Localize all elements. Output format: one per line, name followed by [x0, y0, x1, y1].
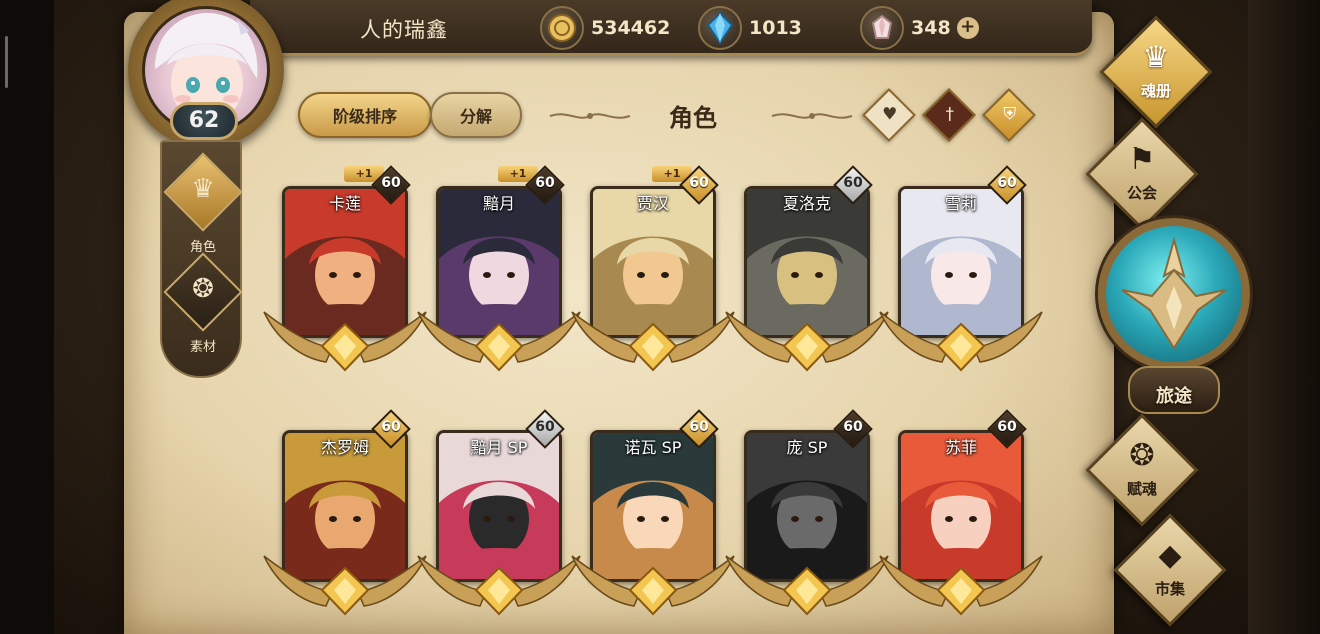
player-name: 人的瑞鑫: [360, 18, 448, 42]
section-title: 角色: [669, 104, 717, 132]
rank-wings-crest: [263, 555, 427, 616]
character-level: 60: [381, 175, 401, 191]
character-level-badge: 60: [525, 165, 565, 205]
crystal-amount: 1013: [749, 17, 802, 39]
title-flourish-right: [771, 113, 853, 119]
character-card[interactable]: 雪莉 60: [879, 165, 1043, 388]
nav-market[interactable]: ◆ 市集: [1110, 510, 1230, 630]
character-level-badge: 60: [987, 409, 1027, 449]
top-header-bar: 人的瑞鑫 534462 1013 348 +: [250, 0, 1092, 56]
nav-soul-infuse-label: 赋魂: [1126, 480, 1157, 498]
heart-icon: ♥: [882, 104, 898, 125]
shield-icon: ⛨: [1003, 104, 1017, 125]
rank-wings-crest: [417, 555, 581, 616]
character-level-badge: 60: [371, 165, 411, 205]
side-tab-material[interactable]: ❂ 素材: [162, 252, 244, 355]
sort-by-rank-button[interactable]: 阶级排序: [298, 92, 432, 138]
rank-wings-crest: [417, 311, 581, 372]
rank-wings-crest: [879, 311, 1043, 372]
character-level-badge: 60: [987, 165, 1027, 205]
character-level-badge: 60: [371, 409, 411, 449]
character-level: 60: [997, 419, 1017, 435]
character-level: 60: [689, 175, 709, 191]
character-card[interactable]: 卡莲 +1 60: [263, 165, 427, 388]
sword-icon: †: [945, 104, 954, 125]
character-card[interactable]: 苏菲 60: [879, 409, 1043, 632]
nav-guild[interactable]: ⚑ 公会: [1082, 114, 1202, 234]
helmet-icon: ♛: [191, 174, 215, 204]
gold-coin-icon: [540, 6, 584, 50]
helmet-icon: ♛: [1142, 40, 1170, 75]
character-card[interactable]: 黯月 SP 60: [417, 409, 581, 632]
crystal-currency: 1013: [698, 6, 802, 50]
nav-journey[interactable]: 旅途: [1096, 218, 1252, 414]
character-level: 60: [535, 175, 555, 191]
character-level: 60: [535, 419, 555, 435]
edge-handle[interactable]: [5, 36, 8, 88]
character-level: 60: [843, 175, 863, 191]
crystal-icon: [698, 6, 742, 50]
gold-amount: 534462: [591, 17, 671, 39]
compass-icon: [1121, 236, 1227, 350]
character-card[interactable]: 夏洛克 60: [725, 165, 889, 388]
gem-icon: [860, 6, 904, 50]
player-level-badge: 62: [170, 102, 238, 140]
character-level-badge: 60: [833, 165, 873, 205]
journey-disc: [1098, 218, 1250, 370]
rank-wings-crest: [571, 555, 735, 616]
character-level-badge: 60: [679, 165, 719, 205]
banner-icon: ⚑: [1128, 142, 1156, 177]
side-tab-material-label: 素材: [189, 340, 216, 355]
nav-guild-label: 公会: [1126, 184, 1157, 202]
rank-wings-crest: [879, 555, 1043, 616]
character-level-badge: 60: [833, 409, 873, 449]
left-system-bar: [0, 0, 54, 634]
character-level: 60: [689, 419, 709, 435]
rank-wings-crest: [571, 311, 735, 372]
rank-wings-crest: [263, 311, 427, 372]
disassemble-button[interactable]: 分解: [430, 92, 522, 138]
gem-currency: 348 +: [860, 6, 979, 50]
add-gem-button[interactable]: +: [956, 17, 979, 39]
nav-market-label: 市集: [1154, 580, 1185, 598]
flame-icon: ❂: [1129, 438, 1155, 473]
character-card[interactable]: 杰罗姆 60: [263, 409, 427, 632]
character-level-badge: 60: [525, 409, 565, 449]
rank-wings-crest: [725, 311, 889, 372]
gold-currency: 534462: [540, 6, 670, 50]
side-tab-role[interactable]: ♛ 角色: [162, 152, 244, 255]
character-card[interactable]: 黯月 +1 60: [417, 165, 581, 388]
nav-journey-label: 旅途: [1156, 386, 1192, 407]
character-level: 60: [997, 175, 1017, 191]
character-card[interactable]: 贾汉 +1 60: [571, 165, 735, 388]
nav-soul-register-label: 魂册: [1140, 82, 1171, 100]
character-card[interactable]: 庞 SP 60: [725, 409, 889, 632]
character-level: 60: [381, 419, 401, 435]
left-category-nav: ♛ 角色 ❂ 素材: [160, 140, 244, 378]
right-frame: [1248, 0, 1320, 634]
character-level: 60: [843, 419, 863, 435]
rank-wings-crest: [725, 555, 889, 616]
game-screen: 人的瑞鑫 534462 1013 348 + 62 ♛ 角色 ❂ 素材 阶级排序…: [0, 0, 1320, 634]
gem-amount: 348: [911, 17, 951, 39]
character-level-badge: 60: [679, 409, 719, 449]
character-card[interactable]: 诺瓦 SP 60: [571, 409, 735, 632]
beast-icon: ❂: [192, 274, 214, 304]
gem-icon: ◆: [1158, 538, 1182, 573]
